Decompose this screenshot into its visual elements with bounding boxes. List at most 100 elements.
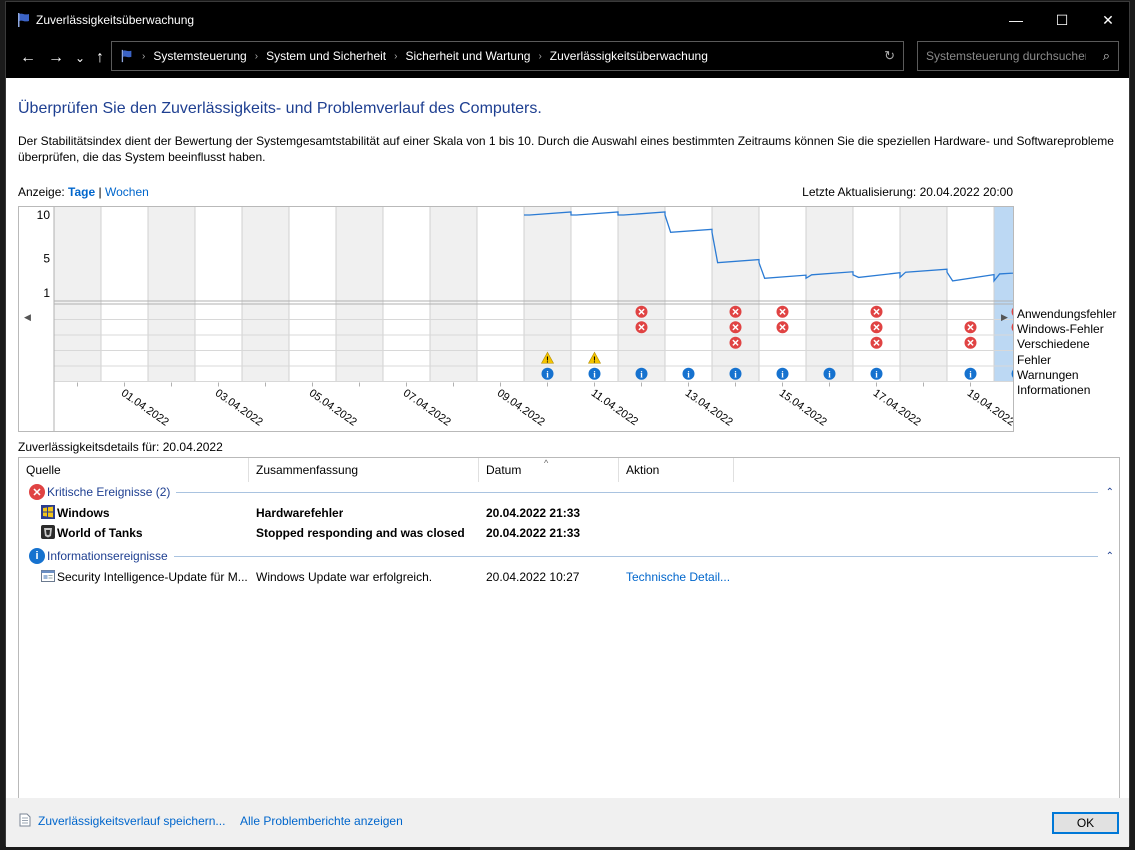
group-label: Kritische Ereignisse (2) — [47, 485, 171, 499]
windows-shield-icon — [41, 505, 55, 519]
refresh-icon[interactable]: ↻ — [884, 48, 895, 64]
row-source: World of Tanks — [57, 526, 143, 540]
minimize-button[interactable]: — — [993, 2, 1039, 38]
view-selector: Anzeige: Tage | Wochen — [18, 185, 149, 199]
warning-icon-mark: ! — [593, 355, 596, 364]
ok-button[interactable]: OK — [1052, 812, 1119, 834]
chart-column — [900, 207, 947, 382]
table-row[interactable]: Security Intelligence-Update für M... Wi… — [19, 567, 1119, 587]
search-input[interactable] — [926, 48, 1086, 64]
sort-indicator-icon: ^ — [544, 458, 549, 468]
search-icon[interactable]: ⌕ — [1103, 48, 1110, 64]
x-tick-label: 19.04.2022 — [965, 387, 1013, 428]
y-tick-label: 5 — [43, 251, 50, 265]
collapse-chevron-icon[interactable]: ⌃ — [1106, 487, 1114, 498]
chart-column — [430, 207, 477, 382]
details-list: Quelle Zusammenfassung Datum Aktion ^ ✕ … — [18, 457, 1120, 801]
details-title: Zuverlässigkeitsdetails für: 20.04.2022 — [18, 440, 223, 454]
column-header-source[interactable]: Quelle — [19, 458, 249, 482]
back-button[interactable]: ← — [18, 48, 38, 68]
view-separator: | — [98, 185, 102, 199]
flag-icon — [121, 49, 132, 63]
stability-chart[interactable]: 1051!!iiiiiiiiii01.04.202203.04.202205.0… — [18, 206, 1014, 432]
forward-button[interactable]: → — [46, 48, 66, 68]
column-header-date[interactable]: Datum — [479, 458, 619, 482]
footer-bar: Zuverlässigkeitsverlauf speichern... All… — [6, 798, 1129, 847]
row-summary: Hardwarefehler — [256, 506, 344, 520]
info-icon: i — [29, 548, 45, 564]
chart-column — [242, 207, 289, 382]
x-tick-label: 13.04.2022 — [683, 387, 735, 428]
flag-icon — [18, 13, 29, 27]
x-tick-label: 05.04.2022 — [307, 387, 359, 428]
row-date: 20.04.2022 21:33 — [486, 526, 581, 540]
row-label-information: Informationen — [1017, 383, 1091, 398]
row-summary: Stopped responding and was closed — [256, 526, 465, 540]
view-weeks-link[interactable]: Wochen — [105, 185, 149, 199]
window-title: Zuverlässigkeitsüberwachung — [36, 13, 195, 27]
scroll-left-arrow-icon[interactable]: ◀ — [24, 312, 31, 323]
row-label-misc-errors: Verschiedene Fehler — [1017, 337, 1090, 367]
row-label-windows-errors: Windows-Fehler — [1017, 322, 1104, 337]
breadcrumb-zuverlaessigkeitsueberwachung[interactable]: Zuverlässigkeitsüberwachung — [550, 49, 708, 63]
breadcrumb-system-und-sicherheit[interactable]: System und Sicherheit — [266, 49, 386, 63]
row-label-warnings: Warnungen — [1017, 367, 1079, 382]
column-header-action[interactable]: Aktion — [619, 458, 734, 482]
row-source: Security Intelligence-Update für M... — [57, 570, 248, 584]
chart-column — [759, 207, 806, 382]
x-tick-label: 07.04.2022 — [401, 387, 453, 428]
search-box[interactable]: ⌕ — [917, 41, 1119, 71]
recent-locations-dropdown[interactable]: ⌄ — [70, 48, 90, 68]
breadcrumb-separator: › — [538, 50, 542, 62]
chart-column — [994, 207, 1013, 382]
chart-column — [195, 207, 242, 382]
breadcrumb-systemsteuerung[interactable]: Systemsteuerung — [153, 49, 246, 63]
address-bar[interactable]: › Systemsteuerung › System und Sicherhei… — [111, 41, 904, 71]
chart-column — [712, 207, 759, 382]
chart-column — [853, 207, 900, 382]
page-title: Überprüfen Sie den Zuverlässigkeits- und… — [18, 100, 542, 117]
warning-icon-mark: ! — [546, 355, 549, 364]
row-date: 20.04.2022 21:33 — [486, 506, 581, 520]
table-row[interactable]: Windows Hardwarefehler 20.04.2022 21:33 — [19, 503, 1119, 523]
chart-column — [477, 207, 524, 382]
technical-details-link[interactable]: Technische Detail... — [626, 570, 730, 584]
main-content: Überprüfen Sie den Zuverlässigkeits- und… — [6, 78, 1129, 847]
collapse-chevron-icon[interactable]: ⌃ — [1106, 551, 1114, 562]
stability-chart-svg: 1051!!iiiiiiiiii01.04.202203.04.202205.0… — [37, 207, 1013, 431]
address-row: ← → ⌄ ↑ › Systemsteuerung › System und S… — [6, 38, 1129, 78]
breadcrumb-sicherheit-und-wartung[interactable]: Sicherheit und Wartung — [405, 49, 530, 63]
group-label: Informationsereignisse — [47, 549, 168, 563]
chart-column — [806, 207, 853, 382]
event-row-labels: Anwendungsfehler Windows-Fehler Verschie… — [1017, 307, 1127, 398]
group-critical-events[interactable]: ✕ Kritische Ereignisse (2) ⌃ — [29, 484, 1114, 500]
x-tick-label: 03.04.2022 — [213, 387, 265, 428]
row-summary: Windows Update war erfolgreich. — [256, 570, 433, 584]
group-divider — [173, 555, 1098, 557]
view-days-link[interactable]: Tage — [68, 185, 95, 199]
title-bar[interactable]: Zuverlässigkeitsüberwachung — ☐ ✕ — [6, 2, 1129, 38]
breadcrumb-separator: › — [142, 50, 146, 62]
y-tick-label: 1 — [43, 286, 50, 300]
table-row[interactable]: World of Tanks Stopped responding and wa… — [19, 523, 1119, 543]
close-button[interactable]: ✕ — [1085, 2, 1131, 38]
group-divider — [176, 491, 1098, 493]
error-icon: ✕ — [29, 484, 45, 500]
chart-column — [289, 207, 336, 382]
page-description: Der Stabilitätsindex dient der Bewertung… — [18, 134, 1114, 164]
chart-column — [383, 207, 430, 382]
save-history-link[interactable]: Zuverlässigkeitsverlauf speichern... — [38, 814, 225, 828]
view-all-reports-link[interactable]: Alle Problemberichte anzeigen — [240, 814, 403, 828]
x-tick-label: 11.04.2022 — [589, 387, 640, 428]
chart-column — [54, 207, 101, 382]
column-header-summary[interactable]: Zusammenfassung — [249, 458, 479, 482]
world-of-tanks-icon — [41, 525, 55, 539]
reliability-monitor-window: Zuverlässigkeitsüberwachung — ☐ ✕ ← → ⌄ … — [5, 1, 1130, 847]
group-information-events[interactable]: i Informationsereignisse ⌃ — [29, 548, 1114, 564]
maximize-button[interactable]: ☐ — [1039, 2, 1085, 38]
chart-column — [665, 207, 712, 382]
up-button[interactable]: ↑ — [90, 48, 110, 68]
scroll-right-arrow-icon[interactable]: ▶ — [1001, 312, 1008, 323]
breadcrumb: › Systemsteuerung › System und Sicherhei… — [120, 42, 708, 70]
chart-column — [618, 207, 665, 382]
